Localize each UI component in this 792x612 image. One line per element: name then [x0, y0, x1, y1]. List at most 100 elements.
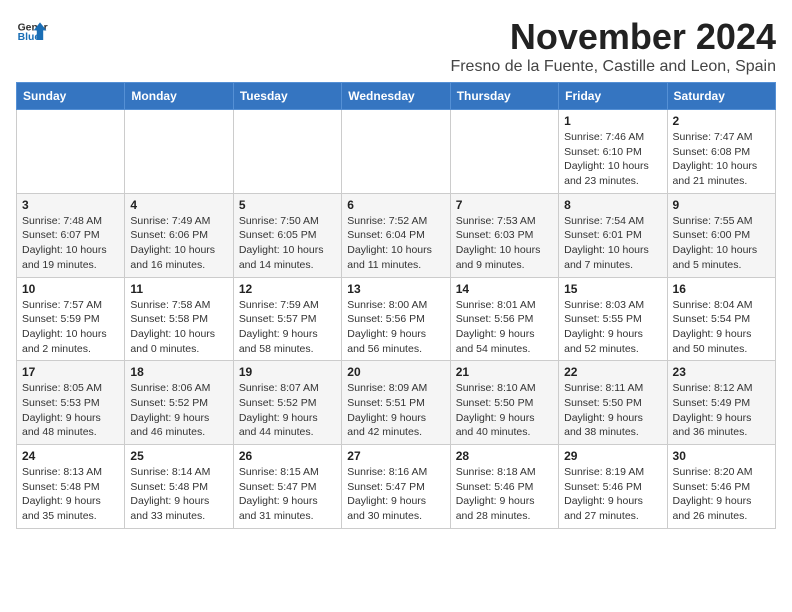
day-info: Sunrise: 8:01 AM Sunset: 5:56 PM Dayligh…: [456, 298, 553, 357]
day-number: 2: [673, 114, 770, 128]
calendar-cell: 21 Sunrise: 8:10 AM Sunset: 5:50 PM Dayli…: [450, 361, 558, 445]
day-number: 28: [456, 449, 553, 463]
weekday-header-thursday: Thursday: [450, 83, 558, 110]
calendar-cell: 12Sunrise: 7:59 AM Sunset: 5:57 PM Dayli…: [233, 277, 341, 361]
calendar-cell: 16 Sunrise: 8:04 AM Sunset: 5:54 PM Dayli…: [667, 277, 775, 361]
calendar-cell: 13 Sunrise: 8:00 AM Sunset: 5:56 PM Dayli…: [342, 277, 450, 361]
calendar-cell: 28 Sunrise: 8:18 AM Sunset: 5:46 PM Dayli…: [450, 445, 558, 529]
day-number: 18: [130, 365, 227, 379]
day-number: 3: [22, 198, 119, 212]
day-number: 14: [456, 282, 553, 296]
calendar-cell: 8Sunrise: 7:54 AM Sunset: 6:01 PM Daylig…: [559, 193, 667, 277]
calendar-cell: 15 Sunrise: 8:03 AM Sunset: 5:55 PM Dayli…: [559, 277, 667, 361]
calendar-cell: 4Sunrise: 7:49 AM Sunset: 6:06 PM Daylig…: [125, 193, 233, 277]
day-number: 10: [22, 282, 119, 296]
day-info: Sunrise: 8:14 AM Sunset: 5:48 PM Dayligh…: [130, 465, 227, 524]
day-info: Sunrise: 8:07 AM Sunset: 5:52 PM Dayligh…: [239, 381, 336, 440]
weekday-header-tuesday: Tuesday: [233, 83, 341, 110]
day-number: 24: [22, 449, 119, 463]
logo: General Blue: [16, 16, 48, 48]
day-number: 17: [22, 365, 119, 379]
day-info: Sunrise: 7:55 AM Sunset: 6:00 PM Dayligh…: [673, 214, 770, 273]
day-number: 5: [239, 198, 336, 212]
day-number: 19: [239, 365, 336, 379]
day-number: 16: [673, 282, 770, 296]
calendar-cell: 3 Sunrise: 7:48 AM Sunset: 6:07 PM Daylig…: [17, 193, 125, 277]
day-number: 25: [130, 449, 227, 463]
day-number: 15: [564, 282, 661, 296]
calendar-cell: 24 Sunrise: 8:13 AM Sunset: 5:48 PM Dayli…: [17, 445, 125, 529]
calendar-cell: [17, 110, 125, 194]
day-info: Sunrise: 8:16 AM Sunset: 5:47 PM Dayligh…: [347, 465, 444, 524]
calendar-cell: 19 Sunrise: 8:07 AM Sunset: 5:52 PM Dayli…: [233, 361, 341, 445]
weekday-header-monday: Monday: [125, 83, 233, 110]
day-number: 23: [673, 365, 770, 379]
day-number: 21: [456, 365, 553, 379]
calendar-cell: 23 Sunrise: 8:12 AM Sunset: 5:49 PM Dayli…: [667, 361, 775, 445]
day-number: 4: [130, 198, 227, 212]
week-row-4: 17Sunrise: 8:05 AM Sunset: 5:53 PM Dayli…: [17, 361, 776, 445]
week-row-1: 1 Sunrise: 7:46 AM Sunset: 6:10 PM Daylig…: [17, 110, 776, 194]
calendar-cell: 9 Sunrise: 7:55 AM Sunset: 6:00 PM Daylig…: [667, 193, 775, 277]
day-info: Sunrise: 8:06 AM Sunset: 5:52 PM Dayligh…: [130, 381, 227, 440]
location-title: Fresno de la Fuente, Castille and Leon, …: [450, 58, 776, 76]
calendar-table: SundayMondayTuesdayWednesdayThursdayFrid…: [16, 82, 776, 529]
day-info: Sunrise: 8:18 AM Sunset: 5:46 PM Dayligh…: [456, 465, 553, 524]
day-number: 30: [673, 449, 770, 463]
day-number: 9: [673, 198, 770, 212]
day-info: Sunrise: 8:15 AM Sunset: 5:47 PM Dayligh…: [239, 465, 336, 524]
day-number: 7: [456, 198, 553, 212]
day-info: Sunrise: 7:57 AM Sunset: 5:59 PM Dayligh…: [22, 298, 119, 357]
day-info: Sunrise: 8:03 AM Sunset: 5:55 PM Dayligh…: [564, 298, 661, 357]
day-number: 22: [564, 365, 661, 379]
calendar-cell: 18 Sunrise: 8:06 AM Sunset: 5:52 PM Dayli…: [125, 361, 233, 445]
calendar-cell: [450, 110, 558, 194]
calendar-cell: 29Sunrise: 8:19 AM Sunset: 5:46 PM Dayli…: [559, 445, 667, 529]
day-info: Sunrise: 8:10 AM Sunset: 5:50 PM Dayligh…: [456, 381, 553, 440]
weekday-header-row: SundayMondayTuesdayWednesdayThursdayFrid…: [17, 83, 776, 110]
day-number: 6: [347, 198, 444, 212]
calendar-cell: 30 Sunrise: 8:20 AM Sunset: 5:46 PM Dayli…: [667, 445, 775, 529]
calendar-cell: 6 Sunrise: 7:52 AM Sunset: 6:04 PM Daylig…: [342, 193, 450, 277]
calendar-cell: 14 Sunrise: 8:01 AM Sunset: 5:56 PM Dayli…: [450, 277, 558, 361]
day-info: Sunrise: 8:13 AM Sunset: 5:48 PM Dayligh…: [22, 465, 119, 524]
day-number: 13: [347, 282, 444, 296]
day-number: 1: [564, 114, 661, 128]
day-number: 11: [130, 282, 227, 296]
title-area: November 2024 Fresno de la Fuente, Casti…: [450, 16, 776, 76]
day-info: Sunrise: 8:19 AM Sunset: 5:46 PM Dayligh…: [564, 465, 661, 524]
day-info: Sunrise: 8:20 AM Sunset: 5:46 PM Dayligh…: [673, 465, 770, 524]
calendar-cell: 25 Sunrise: 8:14 AM Sunset: 5:48 PM Dayli…: [125, 445, 233, 529]
day-info: Sunrise: 8:09 AM Sunset: 5:51 PM Dayligh…: [347, 381, 444, 440]
calendar-cell: 27 Sunrise: 8:16 AM Sunset: 5:47 PM Dayli…: [342, 445, 450, 529]
day-info: Sunrise: 8:04 AM Sunset: 5:54 PM Dayligh…: [673, 298, 770, 357]
day-info: Sunrise: 7:50 AM Sunset: 6:05 PM Dayligh…: [239, 214, 336, 273]
calendar-cell: 2Sunrise: 7:47 AM Sunset: 6:08 PM Daylig…: [667, 110, 775, 194]
day-info: Sunrise: 7:52 AM Sunset: 6:04 PM Dayligh…: [347, 214, 444, 273]
calendar-cell: 5 Sunrise: 7:50 AM Sunset: 6:05 PM Daylig…: [233, 193, 341, 277]
day-info: Sunrise: 8:12 AM Sunset: 5:49 PM Dayligh…: [673, 381, 770, 440]
calendar-cell: 10 Sunrise: 7:57 AM Sunset: 5:59 PM Dayli…: [17, 277, 125, 361]
day-info: Sunrise: 7:48 AM Sunset: 6:07 PM Dayligh…: [22, 214, 119, 273]
week-row-2: 3 Sunrise: 7:48 AM Sunset: 6:07 PM Daylig…: [17, 193, 776, 277]
day-number: 27: [347, 449, 444, 463]
day-info: Sunrise: 7:58 AM Sunset: 5:58 PM Dayligh…: [130, 298, 227, 357]
day-info: Sunrise: 8:00 AM Sunset: 5:56 PM Dayligh…: [347, 298, 444, 357]
calendar-cell: 1 Sunrise: 7:46 AM Sunset: 6:10 PM Daylig…: [559, 110, 667, 194]
calendar-cell: [233, 110, 341, 194]
weekday-header-sunday: Sunday: [17, 83, 125, 110]
calendar-cell: [342, 110, 450, 194]
header: General Blue November 2024 Fresno de la …: [16, 16, 776, 76]
day-info: Sunrise: 7:53 AM Sunset: 6:03 PM Dayligh…: [456, 214, 553, 273]
day-number: 20: [347, 365, 444, 379]
day-info: Sunrise: 7:59 AM Sunset: 5:57 PM Dayligh…: [239, 298, 336, 357]
weekday-header-saturday: Saturday: [667, 83, 775, 110]
day-info: Sunrise: 7:46 AM Sunset: 6:10 PM Dayligh…: [564, 130, 661, 189]
logo-icon: General Blue: [16, 16, 48, 48]
month-title: November 2024: [450, 16, 776, 58]
calendar-cell: 22Sunrise: 8:11 AM Sunset: 5:50 PM Dayli…: [559, 361, 667, 445]
calendar-cell: [125, 110, 233, 194]
day-number: 8: [564, 198, 661, 212]
week-row-5: 24 Sunrise: 8:13 AM Sunset: 5:48 PM Dayli…: [17, 445, 776, 529]
calendar-cell: 20 Sunrise: 8:09 AM Sunset: 5:51 PM Dayli…: [342, 361, 450, 445]
